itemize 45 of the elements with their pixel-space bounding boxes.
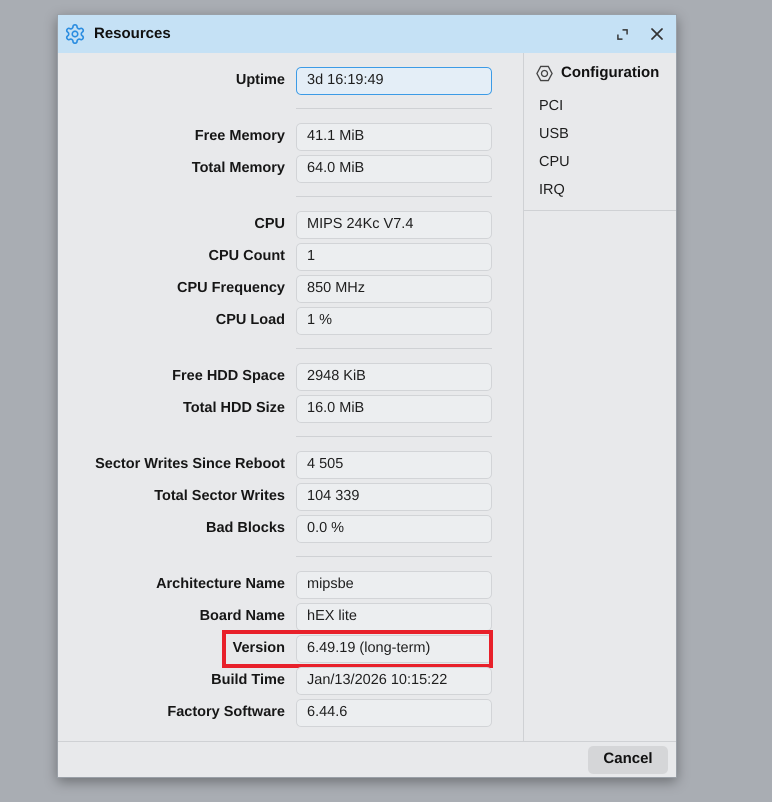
close-icon[interactable] [651, 28, 663, 40]
value-field[interactable]: 2948 KiB [296, 363, 492, 391]
field-label: Uptime [234, 71, 285, 90]
sidebar-item[interactable]: CPU [524, 149, 676, 177]
field-label: Board Name [198, 607, 285, 626]
value-field[interactable]: 1 [296, 243, 492, 271]
field-label: CPU [253, 215, 285, 234]
field-label: CPU Count [207, 247, 285, 266]
value-field[interactable]: Jan/13/2026 10:15:22 [296, 667, 492, 695]
value-field[interactable]: MIPS 24Kc V7.4 [296, 211, 492, 239]
value-field[interactable]: 16.0 MiB [296, 395, 492, 423]
sidebar-title: Configuration [561, 62, 660, 83]
value-field[interactable]: 3d 16:19:49 [296, 67, 492, 95]
value-field[interactable]: 104 339 [296, 483, 492, 511]
field-label: Total HDD Size [182, 399, 285, 418]
field-label: CPU Load [214, 311, 285, 330]
gear-icon [64, 23, 86, 45]
field-label: Free HDD Space [171, 367, 285, 386]
value-field[interactable]: 1 % [296, 307, 492, 335]
value-field[interactable]: 4 505 [296, 451, 492, 479]
value-field[interactable]: 41.1 MiB [296, 123, 492, 151]
value-field[interactable]: 64.0 MiB [296, 155, 492, 183]
restore-icon[interactable] [617, 28, 628, 40]
field-label: Free Memory [194, 127, 285, 146]
field-label: Factory Software [166, 703, 285, 722]
value-field[interactable]: hEX lite [296, 603, 492, 631]
field-label: CPU Frequency [176, 279, 285, 298]
value-field[interactable]: 0.0 % [296, 515, 492, 543]
field-label: Total Memory [190, 159, 285, 178]
value-field[interactable]: 850 MHz [296, 275, 492, 303]
field-label: Bad Blocks [205, 519, 285, 538]
value-field[interactable]: 6.49.19 (long-term) [296, 635, 492, 663]
field-label: Sector Writes Since Reboot [94, 455, 285, 474]
cancel-button[interactable]: Cancel [588, 746, 668, 774]
window-title: Resources [94, 24, 171, 44]
sidebar-item[interactable]: IRQ [524, 177, 676, 205]
sidebar-item[interactable]: PCI [524, 93, 676, 121]
field-label: Architecture Name [155, 575, 285, 594]
field-label: Version [232, 639, 285, 658]
sidebar-item[interactable]: USB [524, 121, 676, 149]
value-field[interactable]: mipsbe [296, 571, 492, 599]
hexagon-icon [536, 64, 553, 82]
value-field[interactable]: 6.44.6 [296, 699, 492, 727]
field-label: Build Time [210, 671, 285, 690]
field-label: Total Sector Writes [153, 487, 285, 506]
